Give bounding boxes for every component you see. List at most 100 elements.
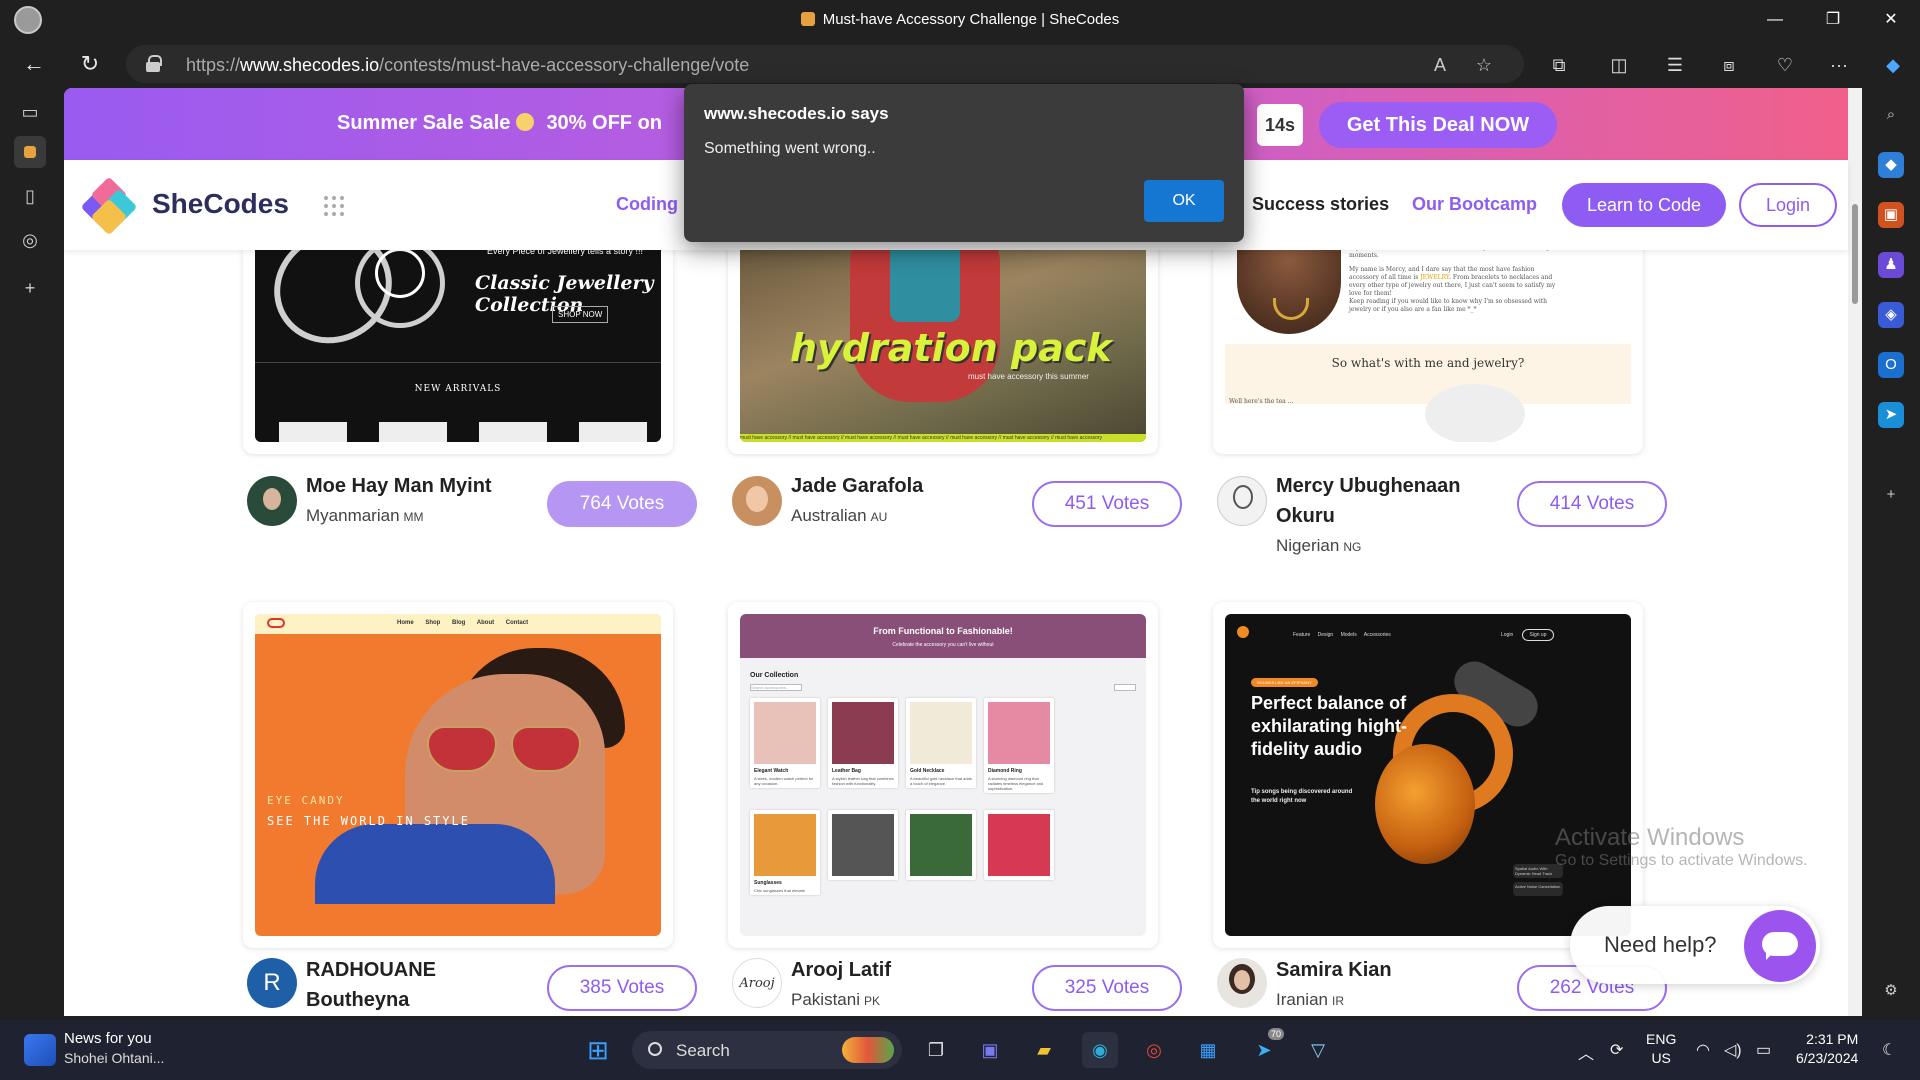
chrome-icon[interactable]: ◎ bbox=[1136, 1032, 1172, 1068]
vote-button[interactable]: 385 Votes bbox=[547, 965, 697, 1011]
entry-thumbnail[interactable]: expression, a conversation starter, and … bbox=[1213, 230, 1643, 454]
new-tab-icon[interactable]: + bbox=[14, 272, 46, 304]
battery-icon[interactable]: ▭ bbox=[1756, 1040, 1771, 1060]
favorites-icon[interactable]: ☰ bbox=[1662, 52, 1688, 78]
vote-button[interactable]: 764 Votes bbox=[547, 481, 697, 527]
windows-taskbar: News for you Shohei Ohtani... ⊞ Search ❐… bbox=[0, 1020, 1920, 1080]
volume-icon[interactable]: ◁) bbox=[1724, 1040, 1742, 1060]
nav-coding[interactable]: Coding bbox=[616, 194, 678, 215]
edge-icon[interactable]: ◉ bbox=[1082, 1032, 1118, 1068]
entry-thumbnail[interactable]: Every Piece of Jewellery tells a story !… bbox=[243, 230, 673, 454]
title-bar: Must-have Accessory Challenge | SheCodes… bbox=[0, 0, 1920, 40]
back-button[interactable]: ← bbox=[18, 48, 50, 80]
page-scrollbar[interactable] bbox=[1848, 88, 1862, 1016]
file-explorer-icon[interactable]: ▰ bbox=[1026, 1032, 1062, 1068]
entrant-name: Arooj Latif bbox=[791, 959, 891, 981]
telegram-badge: 70 bbox=[1268, 1028, 1285, 1040]
product-image bbox=[910, 814, 972, 876]
copilot-app-icon[interactable]: ◈ bbox=[1878, 302, 1904, 328]
learn-to-code-button[interactable]: Learn to Code bbox=[1562, 183, 1726, 227]
search-magnifier-icon bbox=[648, 1042, 662, 1056]
vote-button[interactable]: 414 Votes bbox=[1517, 481, 1667, 527]
vote-button[interactable]: 325 Votes bbox=[1032, 965, 1182, 1011]
tab-shecodes[interactable] bbox=[14, 136, 46, 168]
split-screen-icon[interactable]: ◫ bbox=[1606, 52, 1632, 78]
news-title[interactable]: News for you bbox=[64, 1030, 152, 1047]
refresh-button[interactable]: ↻ bbox=[74, 48, 106, 80]
address-toolbar: ← ↻ https://www.shecodes.io/contests/mus… bbox=[0, 40, 1920, 88]
activate-windows-watermark: Activate Windows Go to Settings to activ… bbox=[1555, 824, 1808, 869]
restore-button[interactable]: ❐ bbox=[1804, 0, 1862, 40]
teams-icon[interactable]: ▣ bbox=[972, 1032, 1008, 1068]
dialog-title: www.shecodes.io says bbox=[704, 104, 889, 123]
shecodes-logo-icon[interactable] bbox=[80, 176, 138, 236]
url-text[interactable]: https://www.shecodes.io/contests/must-ha… bbox=[186, 55, 749, 76]
login-button[interactable]: Login bbox=[1739, 183, 1837, 227]
entry-thumbnail[interactable]: Feature Design Models Accessories Login … bbox=[1213, 602, 1643, 948]
lock-icon[interactable] bbox=[146, 55, 162, 72]
entry-thumbnail[interactable]: Home Shop Blog About Contact EYE CANDY S… bbox=[243, 602, 673, 948]
get-deal-button[interactable]: Get This Deal NOW bbox=[1319, 102, 1557, 148]
notifications-icon[interactable]: ☾ bbox=[1882, 1040, 1896, 1060]
clock[interactable]: 2:31 PM 6/23/2024 bbox=[1796, 1030, 1858, 1068]
collections-icon[interactable]: ⧈ bbox=[1716, 52, 1742, 78]
browser-essentials-icon[interactable]: ♡ bbox=[1772, 52, 1798, 78]
product-image bbox=[754, 814, 816, 876]
wifi-icon[interactable]: ◠ bbox=[1696, 1040, 1710, 1060]
outlook-icon[interactable]: O bbox=[1878, 352, 1904, 378]
entrant-name: RADHOUANE Boutheyna bbox=[306, 959, 436, 1011]
promo-text: Summer Sale Sale 30% OFF on bbox=[337, 112, 663, 134]
sync-icon[interactable]: ⟳ bbox=[1610, 1040, 1623, 1060]
product-image bbox=[832, 702, 894, 764]
vpn-icon[interactable]: ▽ bbox=[1300, 1032, 1336, 1068]
sidebar-settings-gear-icon[interactable]: ⚙ bbox=[1878, 978, 1904, 1004]
need-help-label[interactable]: Need help? bbox=[1604, 932, 1717, 958]
entrant-name: Samira Kian bbox=[1276, 959, 1392, 981]
party-emoji-icon bbox=[516, 113, 535, 131]
address-bar[interactable]: https://www.shecodes.io/contests/must-ha… bbox=[126, 45, 1524, 83]
tab-document-icon[interactable]: ▯ bbox=[14, 180, 46, 212]
shopping-tag-icon[interactable]: ◆ bbox=[1878, 152, 1904, 178]
chat-bubble-icon[interactable] bbox=[1744, 910, 1816, 982]
show-hidden-icons-chevron-icon[interactable]: ︿ bbox=[1578, 1040, 1594, 1064]
add-sidebar-app-icon[interactable]: + bbox=[1878, 482, 1904, 508]
minimize-button[interactable]: — bbox=[1746, 0, 1804, 40]
store-icon[interactable]: ▦ bbox=[1190, 1032, 1226, 1068]
toolbox-icon[interactable]: ▣ bbox=[1878, 202, 1904, 228]
language-indicator[interactable]: ENG US bbox=[1646, 1030, 1676, 1068]
entrant-name: Mercy Ubughenaan Okuru bbox=[1276, 475, 1461, 527]
avatar-signature: Arooj bbox=[732, 958, 782, 1008]
tab-actions-icon[interactable]: ▭ bbox=[14, 96, 46, 128]
nav-success-stories[interactable]: Success stories bbox=[1252, 194, 1389, 215]
entry-thumbnail[interactable]: From Functional to Fashionable! Celebrate… bbox=[728, 602, 1158, 948]
tab-google-icon[interactable]: ◎ bbox=[14, 224, 46, 256]
scrollbar-thumb[interactable] bbox=[1852, 204, 1858, 304]
favorite-star-icon[interactable]: ☆ bbox=[1472, 53, 1496, 77]
vote-button[interactable]: 451 Votes bbox=[1032, 481, 1182, 527]
tab-favicon-icon bbox=[800, 12, 815, 26]
entry-thumbnail[interactable]: hydration pack must have accessory this … bbox=[728, 230, 1158, 454]
promo-timer: 14s bbox=[1257, 104, 1303, 146]
telegram-icon[interactable]: ➤ 70 bbox=[1246, 1028, 1285, 1068]
close-window-button[interactable]: ✕ bbox=[1862, 0, 1920, 40]
read-aloud-icon[interactable]: A bbox=[1428, 53, 1452, 77]
news-subtitle[interactable]: Shohei Ohtani... bbox=[64, 1050, 164, 1066]
entrant-nationality: Nigerian NG bbox=[1276, 536, 1362, 555]
task-view-icon[interactable]: ❐ bbox=[918, 1032, 954, 1068]
extensions-icon[interactable]: ⧉ bbox=[1546, 52, 1572, 78]
entrant-nationality: Pakistani PK bbox=[791, 990, 880, 1009]
send-icon[interactable]: ➤ bbox=[1878, 402, 1904, 428]
nav-our-bootcamp[interactable]: Our Bootcamp bbox=[1412, 194, 1537, 215]
settings-more-icon[interactable]: ··· bbox=[1826, 52, 1852, 78]
news-widget-icon[interactable] bbox=[24, 1034, 56, 1066]
dialog-ok-button[interactable]: OK bbox=[1144, 180, 1224, 222]
taskbar-search[interactable]: Search bbox=[632, 1031, 902, 1069]
search-icon[interactable]: ⌕ bbox=[1878, 102, 1904, 128]
start-windows-icon[interactable]: ⊞ bbox=[580, 1032, 616, 1068]
apps-grid-icon[interactable] bbox=[324, 196, 344, 216]
copilot-icon[interactable]: ◆ bbox=[1880, 52, 1906, 78]
avatar bbox=[1217, 476, 1267, 526]
need-help-chat[interactable]: Need help? bbox=[1570, 906, 1820, 984]
games-icon[interactable]: ♟ bbox=[1878, 252, 1904, 278]
brand-name[interactable]: SheCodes bbox=[152, 188, 289, 220]
